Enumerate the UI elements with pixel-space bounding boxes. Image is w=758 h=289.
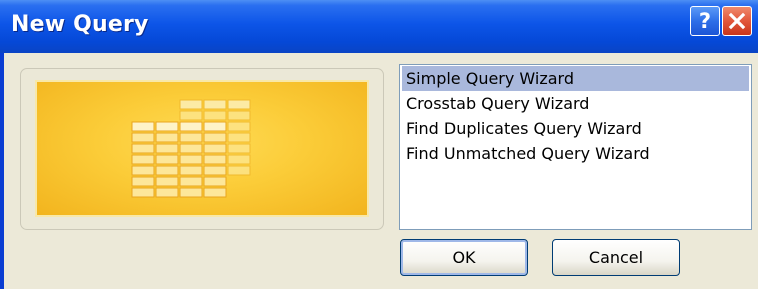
grid-cell: [203, 121, 227, 132]
query-preview-image: [35, 80, 369, 217]
grid-cell: [155, 132, 179, 143]
list-item[interactable]: Simple Query Wizard: [402, 66, 749, 91]
grid-cell: [203, 132, 227, 143]
grid-cell: [203, 110, 227, 121]
grid-cell: [227, 143, 251, 154]
grid-cell: [155, 154, 179, 165]
grid-cell: [227, 99, 251, 110]
grid-cell: [179, 165, 203, 176]
grid-cell: [227, 132, 251, 143]
grid-cell: [155, 143, 179, 154]
grid-cell: [155, 187, 179, 198]
grid-cell: [131, 176, 155, 187]
grid-cell: [203, 154, 227, 165]
grid-cell: [227, 154, 251, 165]
grid-cell: [131, 132, 155, 143]
grid-cell: [155, 165, 179, 176]
grid-cell: [179, 176, 203, 187]
list-item[interactable]: Crosstab Query Wizard: [402, 91, 749, 116]
grid-cell: [179, 187, 203, 198]
grid-cell: [179, 99, 203, 110]
grid-cell: [155, 121, 179, 132]
list-item[interactable]: Find Unmatched Query Wizard: [402, 141, 749, 166]
close-icon: [728, 12, 746, 30]
grid-cell: [179, 110, 203, 121]
close-button[interactable]: [722, 6, 752, 36]
grid-cell: [131, 154, 155, 165]
grid-cell: [131, 187, 155, 198]
grid-cell: [203, 99, 227, 110]
grid-cell: [227, 121, 251, 132]
grid-cell: [179, 154, 203, 165]
help-button[interactable]: ?: [690, 6, 720, 36]
grid-cell: [131, 143, 155, 154]
ok-button[interactable]: OK: [400, 239, 528, 276]
grid-cell: [155, 176, 179, 187]
dialog-title: New Query: [11, 12, 149, 37]
new-query-dialog: New Query ? Simple Query Wizard Crosstab…: [0, 0, 758, 289]
table-grid-icon: [131, 99, 251, 198]
grid-cell: [203, 176, 227, 187]
title-bar[interactable]: New Query ?: [0, 0, 758, 53]
preview-panel: [20, 68, 384, 230]
grid-cell: [203, 187, 227, 198]
grid-cell: [179, 121, 203, 132]
grid-cell: [179, 143, 203, 154]
grid-cell: [131, 165, 155, 176]
wizard-list[interactable]: Simple Query Wizard Crosstab Query Wizar…: [399, 64, 752, 230]
list-item[interactable]: Find Duplicates Query Wizard: [402, 116, 749, 141]
cancel-button[interactable]: Cancel: [552, 239, 680, 276]
grid-cell: [179, 132, 203, 143]
grid-cell: [227, 165, 251, 176]
grid-cell: [203, 143, 227, 154]
dialog-body: Simple Query Wizard Crosstab Query Wizar…: [4, 53, 758, 289]
svg-text:?: ?: [699, 9, 711, 33]
grid-cell: [203, 165, 227, 176]
grid-cell: [131, 121, 155, 132]
help-icon: ?: [699, 9, 711, 33]
grid-cell: [227, 110, 251, 121]
